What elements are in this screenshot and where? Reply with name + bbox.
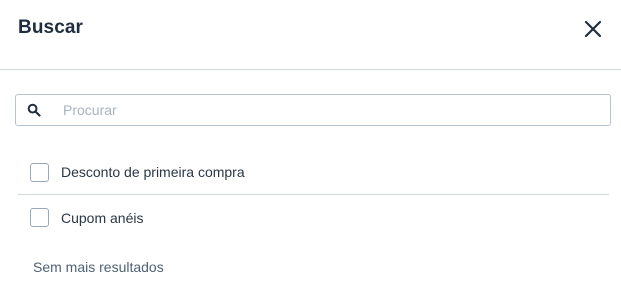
results-list: Desconto de primeira compra Cupom anéis [18,150,609,240]
search-icon [27,103,41,117]
result-label: Cupom anéis [61,209,144,226]
search-modal: Buscar Desconto de primeira compra Cupom… [0,0,621,294]
result-checkbox[interactable] [30,162,49,182]
close-icon [584,20,602,38]
result-checkbox[interactable] [30,208,49,227]
result-item[interactable]: Desconto de primeira compra [18,150,609,195]
modal-title: Buscar [18,17,84,38]
close-button[interactable] [580,16,606,42]
result-label: Desconto de primeira compra [61,164,245,180]
search-box [15,94,611,126]
modal-header: Buscar [0,0,621,70]
search-input[interactable] [63,95,603,125]
result-item[interactable]: Cupom anéis [18,195,609,240]
no-more-results-text: Sem mais resultados [33,259,164,275]
